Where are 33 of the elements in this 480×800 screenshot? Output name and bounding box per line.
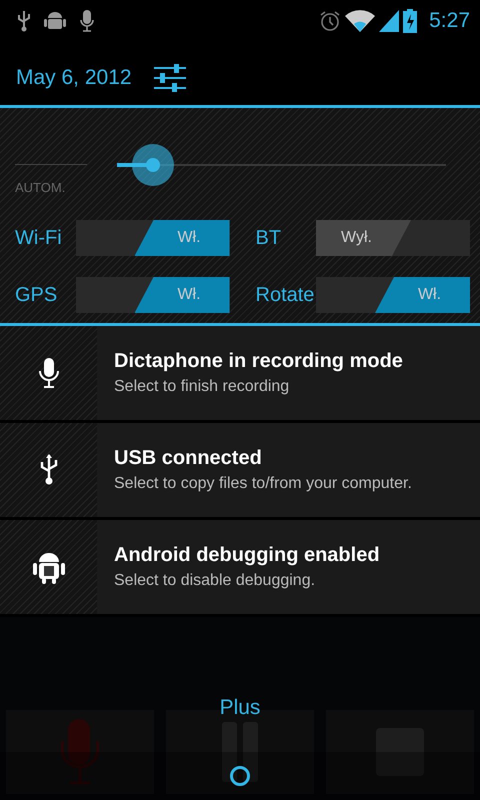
- usb-icon: [38, 454, 58, 486]
- date-text: May 6, 2012: [16, 66, 132, 90]
- microphone-icon: [79, 9, 95, 33]
- notification-title: Android debugging enabled: [114, 544, 380, 567]
- notification-title: Dictaphone in recording mode: [114, 350, 403, 373]
- usb-icon: [17, 10, 31, 32]
- signal-icon: [379, 10, 400, 32]
- notification-text: Select to copy files to/from your computer.: [114, 475, 412, 493]
- alarm-clock-icon: [319, 10, 342, 32]
- brightness-slider[interactable]: [117, 144, 446, 186]
- battery-charging-icon: [403, 9, 418, 33]
- auto-brightness-label[interactable]: AUTOM.: [15, 180, 66, 195]
- microphone-icon: [61, 719, 99, 785]
- control-tile[interactable]: [6, 710, 154, 794]
- notification-item[interactable]: USB connected Select to copy files to/from your computer.: [0, 423, 480, 517]
- wifi-icon: [345, 10, 376, 32]
- settings-icon[interactable]: [154, 64, 186, 92]
- control-tile[interactable]: [326, 710, 474, 794]
- toggle-label: Wi-Fi: [15, 226, 62, 250]
- notification-text: Select to disable debugging.: [114, 572, 316, 590]
- notification-title: USB connected: [114, 447, 263, 470]
- toggle-label: Rotate: [256, 284, 314, 306]
- microphone-icon: [38, 357, 60, 389]
- toggle-switch[interactable]: Wył.: [316, 220, 470, 256]
- clock-time: 5:27: [429, 9, 470, 33]
- pause-icon: [222, 722, 258, 782]
- app-label: Plus: [220, 696, 260, 720]
- toggle-label: BT: [256, 226, 282, 250]
- drag-handle-icon[interactable]: [229, 765, 251, 787]
- notification-text: Select to finish recording: [114, 378, 290, 396]
- notification-item[interactable]: Dictaphone in recording mode Select to finish recording: [0, 326, 480, 420]
- notification-item[interactable]: Android debugging enabled Select to disable debugging.: [0, 520, 480, 614]
- toggle-label: GPS: [15, 284, 58, 306]
